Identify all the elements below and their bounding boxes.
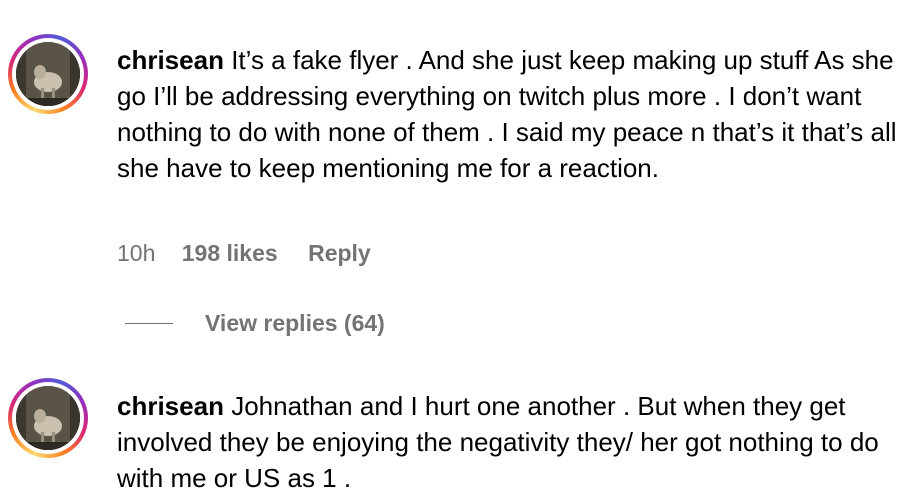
comment-text: chrisean Johnathan and I hurt one anothe… [117, 388, 907, 496]
avatar-photo-icon [16, 42, 80, 106]
avatar-photo [16, 386, 80, 450]
view-replies-label: View replies (64) [205, 310, 385, 336]
comment-username[interactable]: chrisean [117, 45, 224, 75]
comment-text: chrisean It’s a fake flyer . And she jus… [117, 42, 907, 186]
replies-divider-line [125, 323, 173, 324]
avatar-photo-icon [16, 386, 80, 450]
comment-username[interactable]: chrisean [117, 391, 224, 421]
comment-meta: 10h 198 likes Reply [117, 236, 371, 270]
comment-timestamp[interactable]: 10h [117, 236, 155, 270]
comment-likes-count[interactable]: 198 likes [182, 236, 278, 270]
avatar[interactable] [8, 34, 88, 114]
avatar[interactable] [8, 378, 88, 458]
avatar-photo [16, 42, 80, 106]
comment-content: It’s a fake flyer . And she just keep ma… [117, 45, 897, 183]
comment-content: Johnathan and I hurt one another . But w… [117, 391, 879, 493]
reply-button[interactable]: Reply [308, 236, 371, 270]
